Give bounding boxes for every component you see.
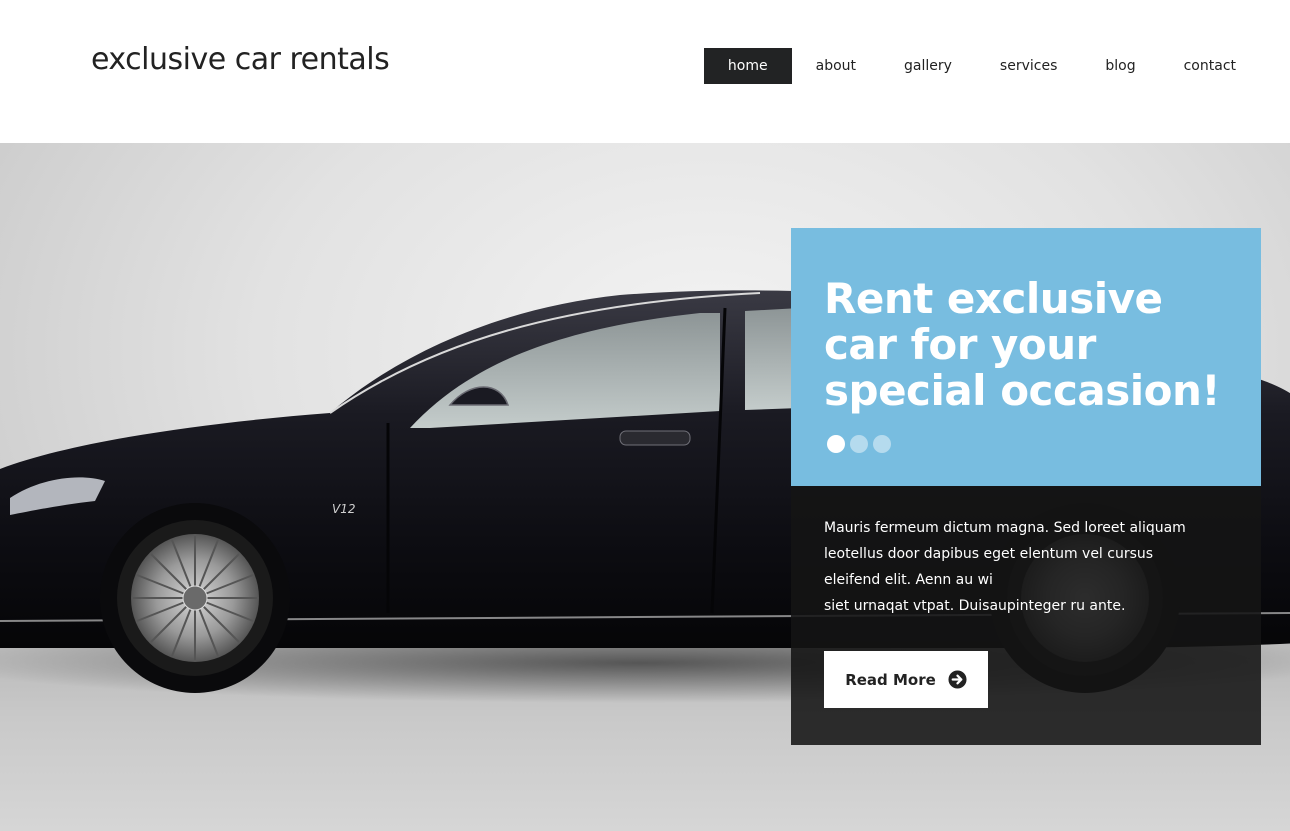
- slide-title-panel: Rent exclusive car for your special occa…: [791, 228, 1261, 486]
- slide-title: Rent exclusive car for your special occa…: [824, 274, 1221, 415]
- arrow-circle-right-icon: [948, 670, 967, 689]
- slide-dots: [827, 435, 896, 453]
- nav-item-gallery[interactable]: gallery: [880, 48, 976, 84]
- slide-text-line: Mauris fermeum dictum magna. Sed loreet …: [824, 520, 1186, 536]
- read-more-label: Read More: [845, 670, 936, 689]
- door-handle: [619, 430, 691, 446]
- read-more-button[interactable]: Read More: [824, 651, 988, 708]
- slide-dot-2[interactable]: [850, 435, 868, 453]
- slide-body-panel: Mauris fermeum dictum magna. Sed loreet …: [791, 486, 1261, 745]
- main-nav: home about gallery services blog contact: [703, 48, 1260, 84]
- nav-item-blog[interactable]: blog: [1081, 48, 1159, 84]
- site-logo[interactable]: exclusive car rentals: [91, 40, 390, 80]
- site-header: exclusive car rentals home about gallery…: [0, 0, 1290, 143]
- v12-badge: V12: [332, 502, 355, 516]
- slide-dot-3[interactable]: [873, 435, 891, 453]
- nav-item-contact[interactable]: contact: [1160, 48, 1260, 84]
- slide-text-line: siet urnaqat vtpat. Duisaupinteger ru an…: [824, 598, 1126, 614]
- nav-item-services[interactable]: services: [976, 48, 1081, 84]
- hero-slider: V12 Rent exclusive car for your special …: [0, 143, 1290, 831]
- slide-dot-1[interactable]: [827, 435, 845, 453]
- slide-text-line: eleifend elit. Aenn au wi: [824, 572, 993, 588]
- nav-item-home[interactable]: home: [703, 48, 792, 84]
- front-hub: [182, 585, 208, 611]
- slide-description: Mauris fermeum dictum magna. Sed loreet …: [824, 515, 1224, 619]
- nav-item-about[interactable]: about: [792, 48, 880, 84]
- slide-text-line: leotellus door dapibus eget elentum vel …: [824, 546, 1154, 562]
